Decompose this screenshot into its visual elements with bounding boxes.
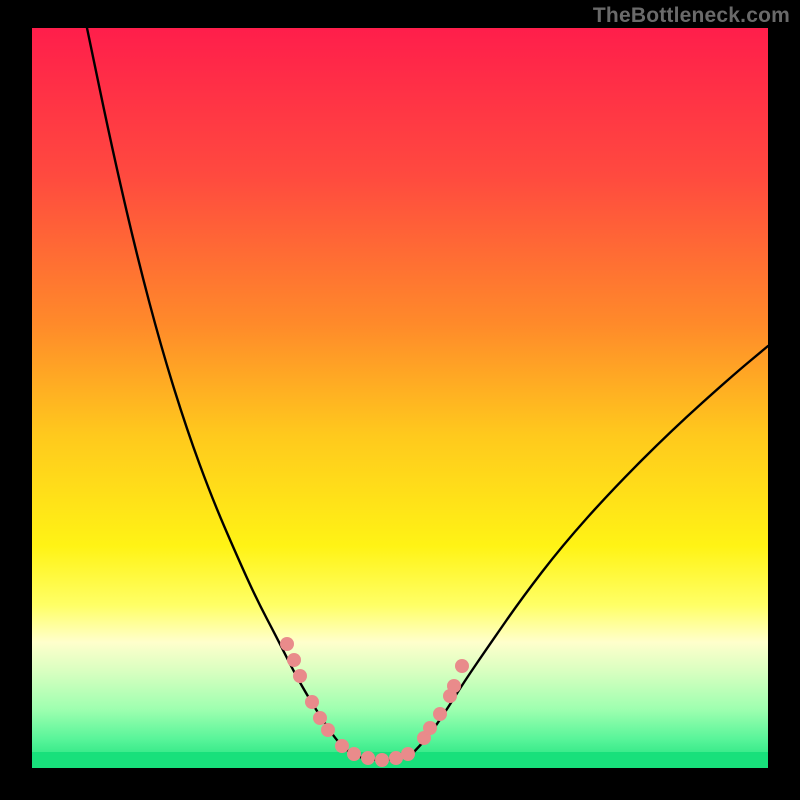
- valley-marker: [455, 659, 469, 673]
- valley-marker: [447, 679, 461, 693]
- bottleneck-curve: [32, 28, 768, 768]
- valley-marker: [433, 707, 447, 721]
- valley-marker: [280, 637, 294, 651]
- valley-marker: [423, 721, 437, 735]
- valley-marker: [287, 653, 301, 667]
- valley-marker: [313, 711, 327, 725]
- valley-marker: [293, 669, 307, 683]
- valley-marker: [375, 753, 389, 767]
- valley-marker: [401, 747, 415, 761]
- chart-stage: TheBottleneck.com: [0, 0, 800, 800]
- valley-marker: [321, 723, 335, 737]
- valley-marker: [335, 739, 349, 753]
- plot-area: [32, 28, 768, 768]
- valley-marker: [347, 747, 361, 761]
- valley-marker: [389, 751, 403, 765]
- valley-marker: [305, 695, 319, 709]
- watermark-text: TheBottleneck.com: [593, 4, 790, 28]
- valley-marker: [361, 751, 375, 765]
